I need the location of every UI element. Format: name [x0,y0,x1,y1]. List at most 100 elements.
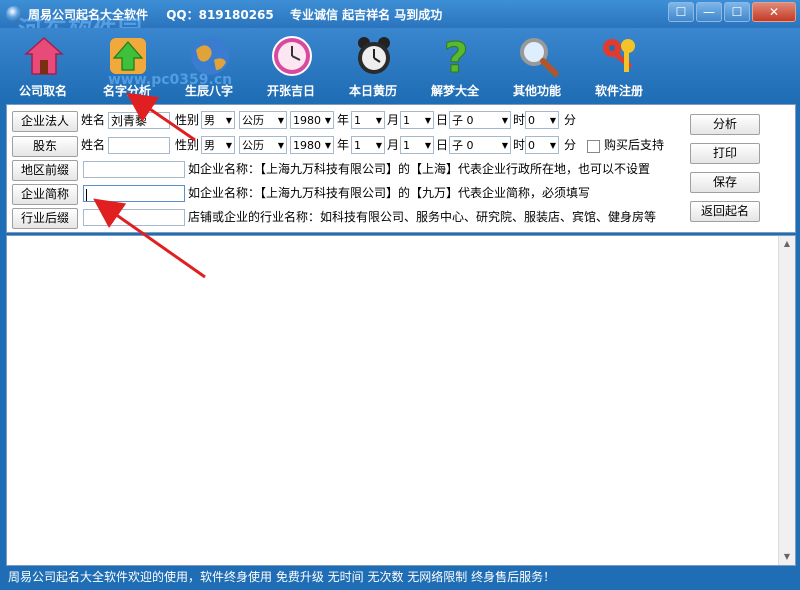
purchase-support-label: 购买后支持 [604,138,665,152]
chevron-down-icon: ▼ [375,116,382,125]
toolbar-label: 解梦大全 [430,84,479,98]
toolbar-almanac[interactable]: 本日黄历 [332,28,414,100]
vertical-scrollbar[interactable]: ▲ ▼ [778,236,795,565]
shareholder-name-input[interactable] [108,137,170,154]
toolbar-company-naming[interactable]: 公司取名 [2,28,84,100]
year-select[interactable]: 1980 ▼ [290,136,334,154]
toolbar-label: 生辰八字 [184,84,233,98]
green-arrow-up-icon [110,38,146,74]
name-label: 姓名 [81,113,106,127]
toolbar-name-analysis[interactable]: 名字分析 [86,28,168,100]
clock-icon [272,36,312,76]
chevron-down-icon: ▼ [225,141,232,150]
chevron-down-icon: ▼ [424,141,431,150]
chevron-down-icon: ▼ [277,141,284,150]
skin-button[interactable]: ☐ [668,2,694,22]
chevron-down-icon: ▼ [225,116,232,125]
chevron-down-icon: ▼ [324,116,331,125]
svg-text:?: ? [444,34,468,78]
back-to-naming-button[interactable]: 返回起名 [690,201,760,222]
company-short-name-hint: 如企业名称：【上海九万科技有限公司】的【九万】代表企业简称，必须填写 [188,186,591,200]
region-prefix-input[interactable] [83,161,185,178]
slogan: 专业诚信 起吉祥名 马到成功 [289,8,443,22]
company-short-name-button[interactable]: 企业简称 [12,184,78,205]
day-value: 1 [403,114,410,127]
month-value: 1 [354,114,361,127]
gender-value: 男 [204,114,215,127]
keys-icon [603,39,635,72]
toolbar-software-registration[interactable]: 软件注册 [578,28,660,100]
chevron-down-icon: ▼ [549,116,556,125]
minute-select[interactable]: 0 ▼ [525,111,559,129]
print-button[interactable]: 打印 [690,143,760,164]
alarm-clock-icon [358,37,390,74]
minute-value: 0 [528,139,535,152]
toolbar-label: 名字分析 [102,84,151,98]
chevron-down-icon: ▼ [501,141,508,150]
analyze-button[interactable]: 分析 [690,114,760,135]
year-value: 1980 [293,139,321,152]
purchase-support-checkbox[interactable] [587,140,600,153]
toolbar-label: 开张吉日 [266,84,315,98]
month-value: 1 [354,139,361,152]
gender-label: 性别 [175,113,200,127]
month-unit: 月 [387,113,400,127]
hour-select[interactable]: 子 0 ▼ [449,136,511,154]
toolbar-dream-interpretation[interactable]: ? 解梦大全 [414,28,496,100]
company-short-name-input[interactable] [83,185,185,202]
day-select[interactable]: 1 ▼ [400,111,434,129]
industry-suffix-hint: 店铺或企业的行业名称：如科技有限公司、服务中心、研究院、服装店、宾馆、健身房等 [188,210,657,224]
calendar-select[interactable]: 公历 ▼ [239,136,287,154]
toolbar-label: 公司取名 [18,84,67,98]
hour-unit: 时 [513,113,526,127]
region-prefix-hint: 如企业名称：【上海九万科技有限公司】的【上海】代表企业行政所在地，也可以不设置 [188,162,651,176]
industry-suffix-input[interactable] [83,209,185,226]
save-button[interactable]: 保存 [690,172,760,193]
window-controls: ☐ — ☐ ✕ [668,2,796,22]
month-select[interactable]: 1 ▼ [351,111,385,129]
minute-unit: 分 [564,113,577,127]
day-unit: 日 [436,113,449,127]
minute-unit: 分 [564,138,577,152]
day-value: 1 [403,139,410,152]
calendar-select[interactable]: 公历 ▼ [239,111,287,129]
region-prefix-button[interactable]: 地区前缀 [12,160,78,181]
main-toolbar: www.pc0359.cn 公司取名 名字分析 生辰八字 开张吉日 本日黄历 ?… [0,28,800,100]
minute-select[interactable]: 0 ▼ [525,136,559,154]
toolbar-opening-day[interactable]: 开张吉日 [250,28,332,100]
gender-select[interactable]: 男 ▼ [201,111,235,129]
month-select[interactable]: 1 ▼ [351,136,385,154]
chevron-down-icon: ▼ [549,141,556,150]
toolbar-other-functions[interactable]: 其他功能 [496,28,578,100]
minimize-button[interactable]: — [696,2,722,22]
toolbar-label: 软件注册 [594,84,643,98]
close-button[interactable]: ✕ [752,2,796,22]
hour-value: 子 0 [452,139,474,152]
toolbar-birth-bazi[interactable]: 生辰八字 [168,28,250,100]
gender-value: 男 [204,139,215,152]
hour-select[interactable]: 子 0 ▼ [449,111,511,129]
day-select[interactable]: 1 ▼ [400,136,434,154]
legal-person-button[interactable]: 企业法人 [12,111,78,132]
result-text-area[interactable]: ▲ ▼ [6,235,796,566]
gender-select[interactable]: 男 ▼ [201,136,235,154]
house-icon [24,36,64,75]
name-label: 姓名 [81,138,106,152]
scroll-up-icon[interactable]: ▲ [779,236,795,252]
year-select[interactable]: 1980 ▼ [290,111,334,129]
chevron-down-icon: ▼ [324,141,331,150]
chevron-down-icon: ▼ [501,116,508,125]
legal-person-name-input[interactable]: 刘青藜 [108,112,170,129]
text-cursor [86,188,87,201]
minute-value: 0 [528,114,535,127]
gender-label: 性别 [175,138,200,152]
hour-unit: 时 [513,138,526,152]
industry-suffix-button[interactable]: 行业后缀 [12,208,78,229]
shareholder-button[interactable]: 股东 [12,136,78,157]
title-bar: 周易公司起名大全软件 QQ：819180265 专业诚信 起吉祥名 马到成功 河… [0,0,800,44]
calendar-value: 公历 [242,139,264,152]
year-value: 1980 [293,114,321,127]
scroll-down-icon[interactable]: ▼ [779,549,795,565]
maximize-button[interactable]: ☐ [724,2,750,22]
qq-contact: QQ：819180265 [166,8,274,22]
